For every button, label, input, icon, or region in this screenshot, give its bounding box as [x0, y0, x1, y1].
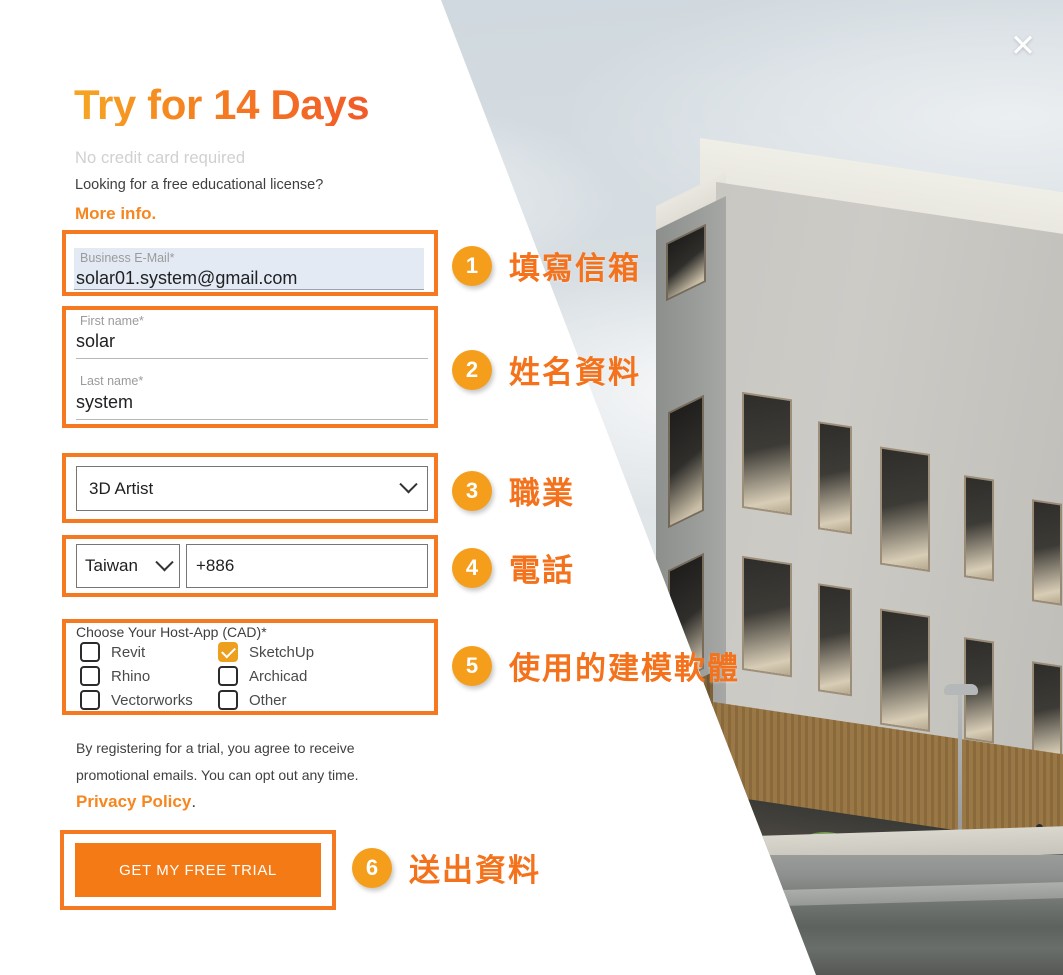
checkbox-other[interactable]: Other	[218, 689, 356, 711]
checkbox-label: SketchUp	[249, 643, 315, 661]
ground-floor-soffit-side	[651, 672, 713, 813]
phone-number-value: +886	[196, 556, 235, 575]
last-name-label: Last name*	[80, 374, 144, 388]
chevron-down-icon	[155, 552, 174, 571]
first-name-underline	[76, 358, 428, 359]
submit-button[interactable]: GET MY FREE TRIAL	[75, 843, 321, 897]
checkbox-archicad[interactable]: Archicad	[218, 665, 356, 687]
checkbox-rhino[interactable]: Rhino	[80, 665, 218, 687]
occupation-value: 3D Artist	[89, 478, 154, 498]
step-badge: 6	[352, 847, 392, 888]
trial-signup-modal: ✕ Try for 14 Days No credit card require…	[0, 0, 1063, 975]
more-info-link[interactable]: More info.	[75, 204, 156, 224]
checkbox-box[interactable]	[80, 666, 100, 686]
last-name-input[interactable]: system	[76, 393, 133, 411]
step-label: 職業	[509, 476, 575, 512]
host-app-checkbox-grid: Revit SketchUp Rhino Archicad Vectorwork…	[80, 641, 420, 713]
privacy-period: .	[191, 792, 197, 811]
step-annotation-6: 6 送出資料	[352, 845, 541, 890]
email-label: Business E-Mail*	[80, 251, 175, 265]
last-name-underline	[76, 419, 428, 420]
country-value: Taiwan	[85, 556, 138, 575]
checkbox-label: Revit	[111, 643, 146, 661]
checkbox-box[interactable]	[80, 690, 100, 710]
checkbox-box[interactable]	[80, 642, 100, 662]
step-annotation-4: 4 電話	[452, 545, 575, 590]
checkbox-box[interactable]	[218, 690, 238, 710]
chevron-down-icon	[399, 475, 418, 494]
checkbox-revit[interactable]: Revit	[80, 641, 218, 663]
first-name-input[interactable]: solar	[76, 332, 115, 350]
step-label: 填寫信箱	[509, 251, 641, 287]
signup-form: Try for 14 Days No credit card required …	[0, 0, 440, 975]
step-annotation-5: 5 使用的建模軟體	[452, 643, 740, 688]
host-app-label: Choose Your Host-App (CAD)*	[76, 624, 267, 640]
educational-license-question: Looking for a free educational license?	[75, 177, 324, 193]
checkbox-label: Rhino	[111, 667, 151, 685]
country-code-select[interactable]: Taiwan	[76, 544, 180, 588]
step-badge: 5	[452, 645, 492, 686]
step-badge: 3	[452, 470, 492, 511]
privacy-policy-text: Privacy Policy	[76, 792, 192, 811]
checkbox-label: Other	[249, 691, 287, 709]
legal-disclaimer: By registering for a trial, you agree to…	[76, 740, 359, 783]
check-icon	[220, 643, 236, 658]
step-badge: 1	[452, 245, 492, 286]
checkbox-label: Archicad	[249, 667, 308, 685]
occupation-select[interactable]: 3D Artist	[76, 466, 428, 511]
checkbox-box[interactable]	[218, 666, 238, 686]
step-annotation-3: 3 職業	[452, 468, 575, 513]
subtitle: No credit card required	[75, 149, 246, 167]
step-label: 使用的建模軟體	[509, 651, 740, 687]
checkbox-row: Rhino Archicad	[80, 665, 420, 687]
step-label: 姓名資料	[509, 355, 641, 391]
building-side-facade	[656, 196, 726, 791]
street-lamp-head	[944, 684, 978, 695]
close-icon[interactable]: ✕	[1006, 28, 1040, 62]
step-badge: 2	[452, 349, 492, 390]
privacy-policy-link[interactable]: Privacy Policy.	[76, 792, 196, 812]
email-input[interactable]: solar01.system@gmail.com	[76, 269, 297, 287]
step-annotation-1: 1 填寫信箱	[452, 243, 641, 288]
step-badge: 4	[452, 547, 492, 588]
step-label: 送出資料	[409, 853, 541, 889]
checkbox-label: Vectorworks	[111, 691, 193, 709]
checkbox-vectorworks[interactable]: Vectorworks	[80, 689, 218, 711]
step-label: 電話	[509, 553, 575, 589]
first-name-label: First name*	[80, 314, 144, 328]
checkbox-box-checked[interactable]	[218, 642, 238, 662]
checkbox-row: Revit SketchUp	[80, 641, 420, 663]
checkbox-sketchup[interactable]: SketchUp	[218, 641, 356, 663]
step-annotation-2: 2 姓名資料	[452, 347, 641, 392]
checkbox-row: Vectorworks Other	[80, 689, 420, 711]
phone-number-input[interactable]: +886	[186, 544, 428, 588]
page-title: Try for 14 Days	[74, 81, 370, 128]
